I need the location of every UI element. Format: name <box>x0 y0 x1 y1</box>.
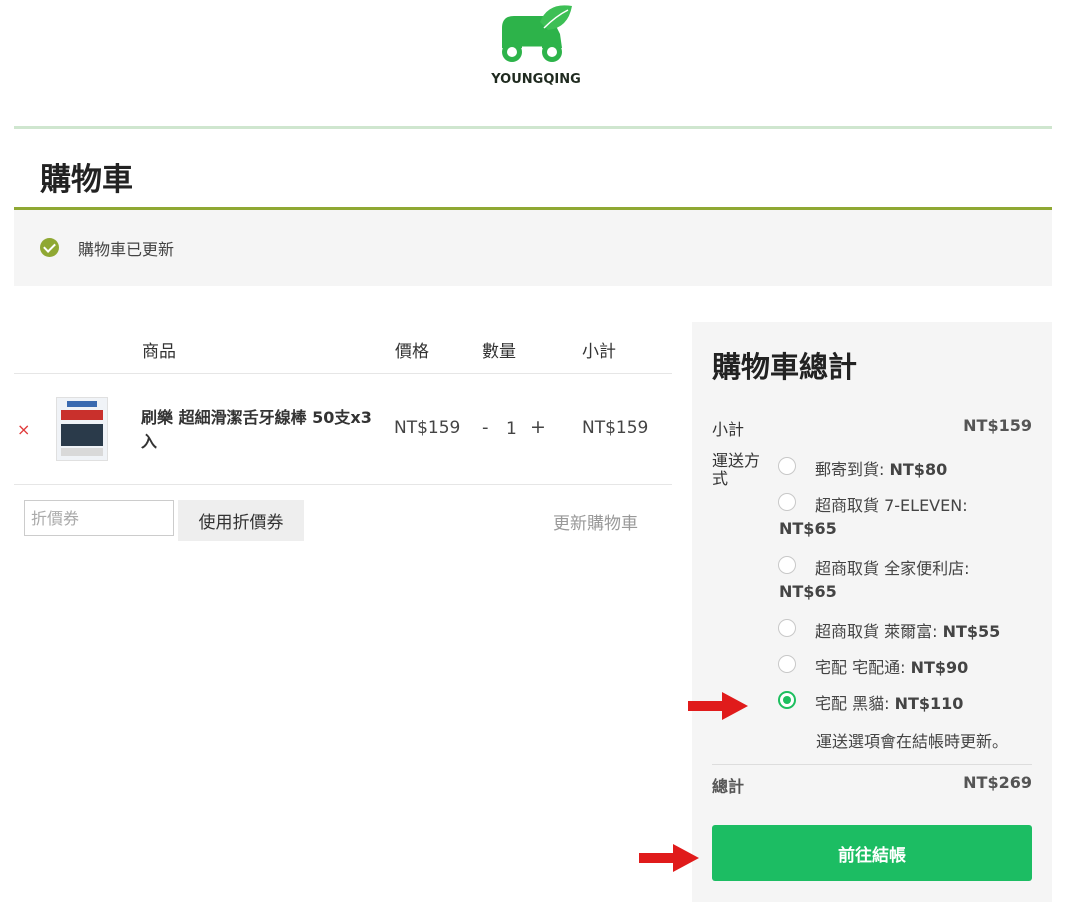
quantity-decrease-button[interactable]: - <box>482 417 489 438</box>
coupon-input[interactable] <box>24 500 174 536</box>
apply-coupon-button[interactable]: 使用折價券 <box>178 500 304 541</box>
header-quantity: 數量 <box>482 342 516 362</box>
shipping-radio-pelican[interactable] <box>778 655 796 673</box>
check-circle-icon <box>40 238 59 257</box>
quantity-increase-button[interactable]: + <box>530 416 546 438</box>
shipping-amount-7eleven: NT$65 <box>779 519 837 538</box>
shipping-note: 運送選項會在結帳時更新。 <box>816 732 1009 751</box>
red-arrow-icon <box>639 844 699 872</box>
shipping-option-post[interactable]: 郵寄到貨: NT$80 <box>815 456 947 480</box>
product-thumbnail[interactable] <box>56 397 108 461</box>
subtotal-label: 小計 <box>712 420 745 439</box>
quantity-value[interactable]: 1 <box>506 419 517 439</box>
shipping-option-pelican[interactable]: 宅配 宅配通: NT$90 <box>815 654 968 678</box>
line-subtotal: NT$159 <box>582 418 649 438</box>
shipping-option-7eleven[interactable]: 超商取貨 7-ELEVEN: <box>815 492 968 516</box>
brand-logo[interactable]: YOUNGQING <box>486 2 586 92</box>
subtotal-value: NT$159 <box>963 416 1032 435</box>
brand-name: YOUNGQING <box>491 72 581 87</box>
shipping-amount-familymart: NT$65 <box>779 582 837 601</box>
cart-totals-panel: 購物車總計 小計 NT$159 運送方式 郵寄到貨: NT$80 超商取貨 7-… <box>692 322 1052 902</box>
cart-totals-title: 購物車總計 <box>712 350 858 384</box>
header-price: 價格 <box>395 342 429 362</box>
update-cart-button[interactable]: 更新購物車 <box>553 509 638 534</box>
shipping-radio-familymart[interactable] <box>778 556 796 574</box>
shipping-label: 運送方式 <box>712 451 761 488</box>
notice-text: 購物車已更新 <box>78 240 175 259</box>
shipping-option-hilife[interactable]: 超商取貨 萊爾富: NT$55 <box>815 618 1000 642</box>
page-title: 購物車 <box>40 162 133 198</box>
shipping-option-familymart[interactable]: 超商取貨 全家便利店: <box>815 555 969 579</box>
header-divider <box>14 126 1052 129</box>
totals-divider <box>712 764 1032 765</box>
shipping-radio-hilife[interactable] <box>778 619 796 637</box>
table-divider <box>14 373 672 374</box>
red-arrow-icon <box>688 692 748 720</box>
cart-updated-notice: 購物車已更新 <box>14 210 1052 286</box>
shipping-radio-7eleven[interactable] <box>778 493 796 511</box>
remove-item-icon[interactable]: × <box>17 420 30 439</box>
car-leaf-logo-icon <box>502 5 572 62</box>
shipping-option-tcat[interactable]: 宅配 黑貓: NT$110 <box>815 690 963 714</box>
product-price: NT$159 <box>394 418 461 438</box>
shipping-radio-tcat[interactable] <box>778 691 796 709</box>
shipping-radio-post[interactable] <box>778 457 796 475</box>
product-name-link[interactable]: 刷樂 超細滑潔舌牙線棒 50支x3入 <box>141 406 386 454</box>
proceed-to-checkout-button[interactable]: 前往結帳 <box>712 825 1032 881</box>
table-divider <box>14 484 672 485</box>
header-product: 商品 <box>142 342 176 362</box>
header-subtotal: 小計 <box>582 342 616 362</box>
total-label: 總計 <box>712 777 745 796</box>
total-value: NT$269 <box>963 773 1032 792</box>
